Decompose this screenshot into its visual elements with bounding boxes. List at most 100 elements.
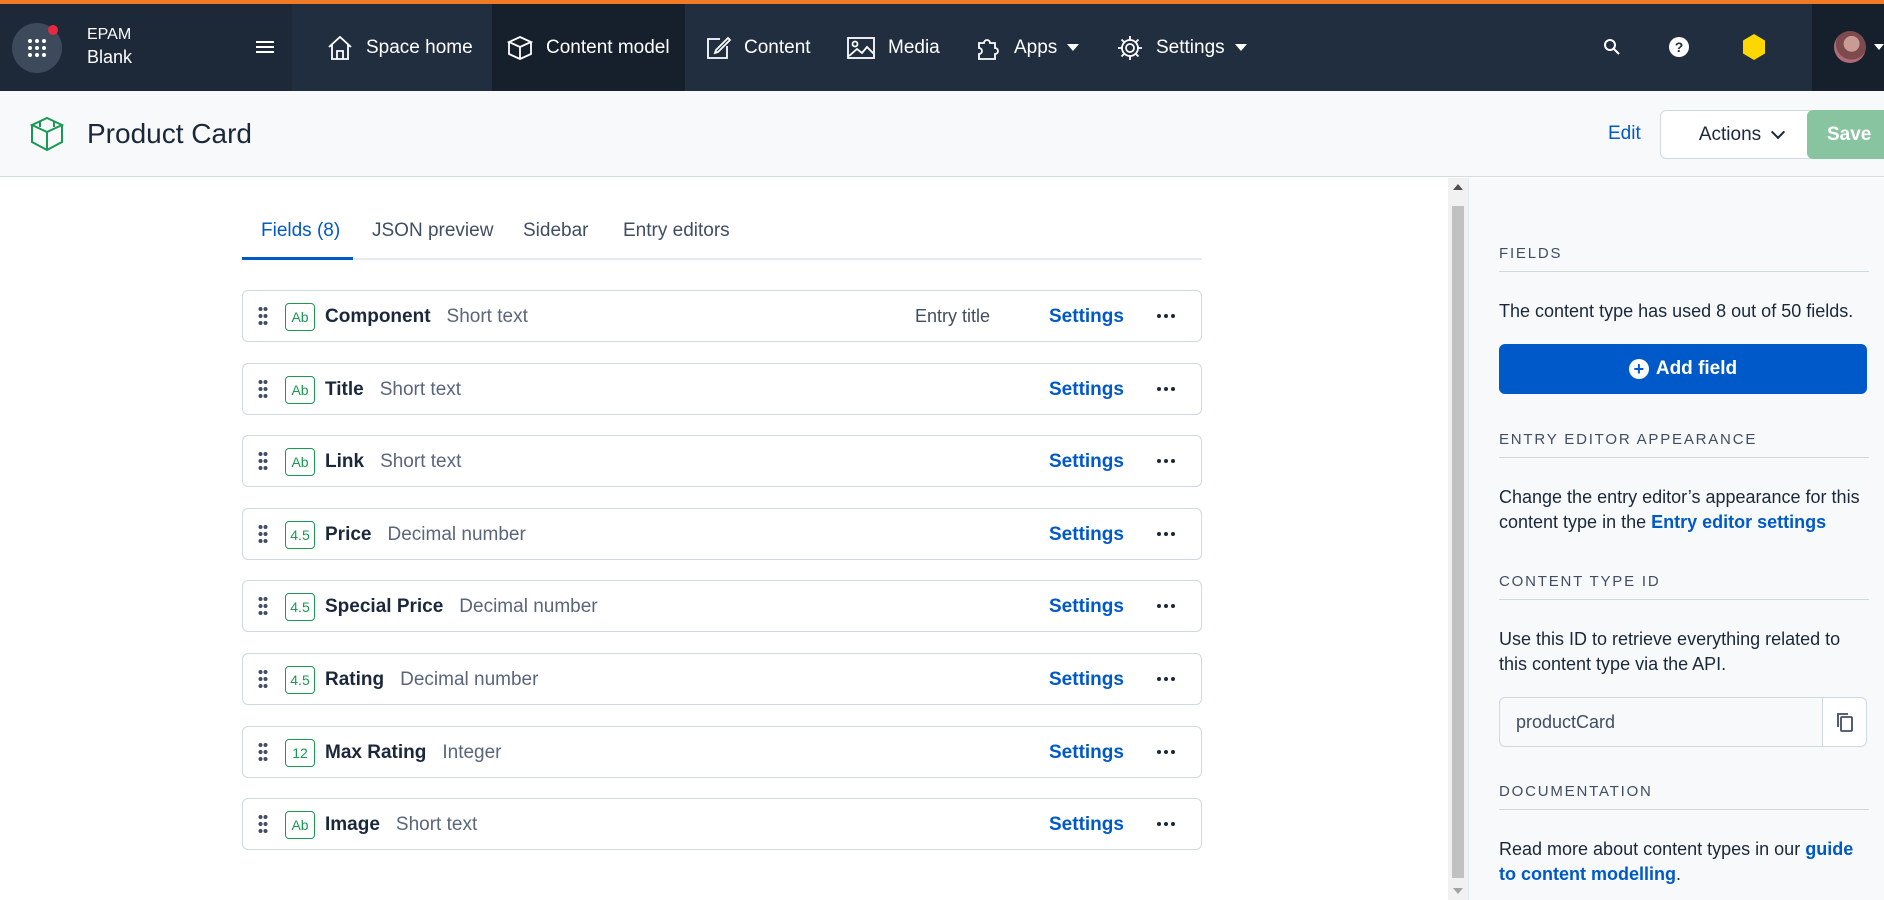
copy-icon xyxy=(1836,713,1853,732)
nav-content[interactable]: Content xyxy=(690,4,825,91)
more-options-icon[interactable] xyxy=(1157,527,1175,541)
field-name: Special Price Decimal number xyxy=(325,596,598,618)
help-button[interactable]: ? xyxy=(1662,30,1696,64)
hexagon-icon xyxy=(1743,34,1765,60)
hamburger-menu-button[interactable] xyxy=(252,34,278,60)
user-menu[interactable] xyxy=(1812,4,1884,91)
field-type-icon: 4.5 xyxy=(285,666,315,694)
field-row[interactable]: Ab Title Short text Settings xyxy=(242,362,1202,415)
space-status-button[interactable] xyxy=(1737,30,1771,64)
more-options-icon[interactable] xyxy=(1157,745,1175,759)
drag-handle-icon[interactable] xyxy=(258,669,268,689)
drag-handle-icon[interactable] xyxy=(258,596,268,616)
app-launcher-button[interactable] xyxy=(12,23,62,73)
nav-label: Media xyxy=(888,36,940,58)
scroll-down-arrow[interactable] xyxy=(1453,888,1463,894)
scrollbar[interactable] xyxy=(1448,178,1468,900)
nav-apps[interactable]: Apps xyxy=(960,4,1093,91)
top-navigation-bar: EPAM Blank Space home Content model Cont… xyxy=(0,4,1884,91)
field-type-label: Short text xyxy=(379,378,462,400)
hamburger-icon xyxy=(256,41,274,53)
field-name-text: Image xyxy=(325,814,380,836)
drag-handle-icon[interactable] xyxy=(258,306,268,326)
field-settings-link[interactable]: Settings xyxy=(1049,814,1124,836)
field-type-label: Decimal number xyxy=(387,523,526,545)
scroll-up-arrow[interactable] xyxy=(1453,184,1463,190)
edit-link[interactable]: Edit xyxy=(1608,123,1641,145)
field-row[interactable]: 4.5 Special Price Decimal number Settings xyxy=(242,580,1202,633)
more-options-icon[interactable] xyxy=(1157,309,1175,323)
drag-handle-icon[interactable] xyxy=(258,451,268,471)
field-settings-link[interactable]: Settings xyxy=(1049,669,1124,691)
more-options-icon[interactable] xyxy=(1157,672,1175,686)
nav-settings[interactable]: Settings xyxy=(1102,4,1261,91)
nav-space-home[interactable]: Space home xyxy=(312,4,487,91)
nav-label: Content xyxy=(744,36,811,58)
field-name-text: Component xyxy=(325,306,431,327)
more-options-icon[interactable] xyxy=(1157,382,1175,396)
media-icon xyxy=(847,36,875,59)
docs-suffix: . xyxy=(1676,864,1682,884)
field-type-icon: Ab xyxy=(285,811,315,840)
nav-media[interactable]: Media xyxy=(832,4,954,91)
field-settings-link[interactable]: Settings xyxy=(1049,596,1124,618)
save-button[interactable]: Save xyxy=(1807,110,1884,159)
svg-text:?: ? xyxy=(1675,39,1684,55)
field-row[interactable]: Ab Image Short text Settings xyxy=(242,798,1202,851)
chevron-down-icon xyxy=(1234,44,1247,51)
field-name: Component Short text xyxy=(325,306,528,328)
field-type-icon: Ab xyxy=(285,375,315,404)
field-name-text: Special Price xyxy=(325,596,444,618)
avatar xyxy=(1834,31,1866,63)
more-options-icon[interactable] xyxy=(1157,599,1175,613)
field-name: Title Short text xyxy=(325,379,461,401)
drag-handle-icon[interactable] xyxy=(258,524,268,544)
field-settings-link[interactable]: Settings xyxy=(1049,379,1124,401)
tab-entry-editors[interactable]: Entry editors xyxy=(623,220,730,242)
copy-id-button[interactable] xyxy=(1822,698,1866,746)
content-edit-icon xyxy=(707,36,732,59)
scrollbar-thumb[interactable] xyxy=(1452,206,1464,878)
field-type-label: Short text xyxy=(446,306,528,327)
page-title: Product Card xyxy=(87,118,252,149)
field-type-label: Short text xyxy=(380,451,462,473)
field-type-icon: 12 xyxy=(285,738,315,767)
right-sidebar: FIELDS The content type has used 8 out o… xyxy=(1468,178,1884,900)
field-row[interactable]: Ab Component Short text Entry title Settings xyxy=(242,290,1202,342)
actions-label: Actions xyxy=(1698,123,1762,145)
field-name: Max Rating Integer xyxy=(325,742,502,764)
drag-handle-icon[interactable] xyxy=(258,379,268,399)
field-name: Rating Decimal number xyxy=(325,669,538,691)
add-field-button[interactable]: + Add field xyxy=(1499,344,1867,394)
tab-json-preview[interactable]: JSON preview xyxy=(372,220,493,242)
home-icon xyxy=(328,35,352,60)
field-row[interactable]: 4.5 Price Decimal number Settings xyxy=(242,507,1202,560)
actions-dropdown-button[interactable]: Actions xyxy=(1660,110,1822,159)
field-settings-link[interactable]: Settings xyxy=(1049,306,1124,328)
drag-handle-icon[interactable] xyxy=(258,814,268,834)
content-type-id-field[interactable]: productCard xyxy=(1499,697,1867,747)
space-switcher[interactable]: EPAM Blank xyxy=(0,4,292,91)
field-type-label: Integer xyxy=(442,741,502,763)
tab-sidebar[interactable]: Sidebar xyxy=(523,220,589,242)
field-row[interactable]: 4.5 Rating Decimal number Settings xyxy=(242,653,1202,705)
field-name-text: Rating xyxy=(325,669,385,690)
field-settings-link[interactable]: Settings xyxy=(1049,524,1124,546)
more-options-icon[interactable] xyxy=(1157,817,1175,831)
field-row[interactable]: Ab Link Short text Settings xyxy=(242,435,1202,488)
nav-content-model[interactable]: Content model xyxy=(492,4,685,91)
field-settings-link[interactable]: Settings xyxy=(1049,742,1124,764)
search-button[interactable] xyxy=(1595,30,1629,64)
tab-fields[interactable]: Fields (8) xyxy=(261,220,340,242)
entry-editor-settings-link[interactable]: Entry editor settings xyxy=(1651,512,1826,532)
field-settings-link[interactable]: Settings xyxy=(1049,451,1124,473)
more-options-icon[interactable] xyxy=(1157,454,1175,468)
field-row[interactable]: 12 Max Rating Integer Settings xyxy=(242,725,1202,778)
tab-bar: Fields (8) JSON preview Sidebar Entry ed… xyxy=(242,178,1202,260)
notification-dot xyxy=(48,25,58,35)
field-name-text: Price xyxy=(325,523,372,545)
content-type-id-heading: CONTENT TYPE ID xyxy=(1499,573,1869,600)
field-name-text: Max Rating xyxy=(325,741,427,763)
active-tab-indicator xyxy=(242,257,353,260)
drag-handle-icon[interactable] xyxy=(258,742,268,762)
